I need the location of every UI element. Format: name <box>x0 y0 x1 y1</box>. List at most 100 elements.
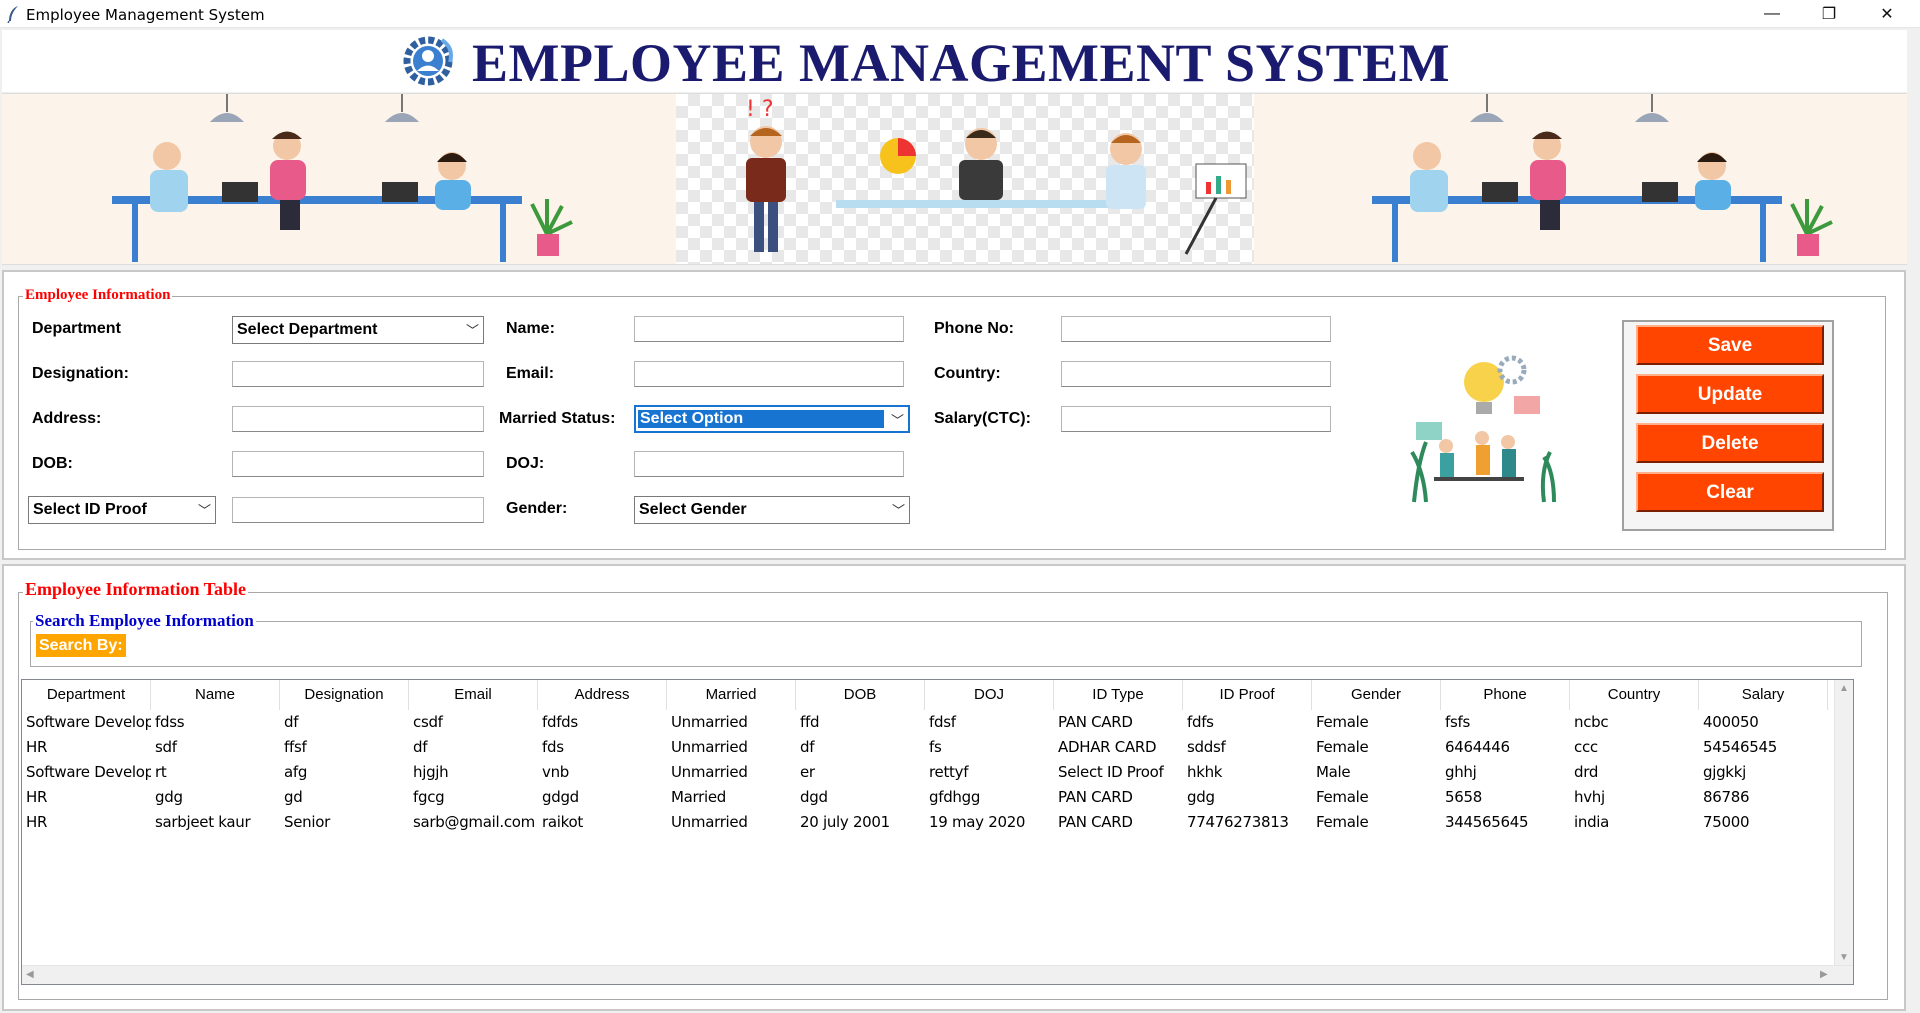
id-proof-select[interactable]: Select ID Proof ﹀ <box>28 496 216 524</box>
table-row[interactable]: Software Developerrt afg hjgjh vnb Unmarried… <box>22 760 1827 785</box>
table-row[interactable]: HR gdg gd fgcg gdgd Married dgd gfdhgg PAN CARD g… <box>22 785 1827 810</box>
table-cell: er <box>800 763 815 781</box>
dob-label: DOB: <box>32 455 73 472</box>
table-cell: ghhj <box>1445 763 1477 781</box>
scroll-right-icon[interactable]: ▶ <box>1820 969 1828 980</box>
table-cell: ADHAR CARD <box>1058 738 1157 756</box>
minimize-button[interactable]: — <box>1748 0 1796 28</box>
salary-input[interactable] <box>1061 406 1331 432</box>
table-cell: Female <box>1316 713 1369 731</box>
table-cell: 19 may 2020 <box>929 813 1026 831</box>
table-cell: sdf <box>155 738 177 756</box>
table-cell: Male <box>1316 763 1351 781</box>
name-label: Name: <box>506 320 555 337</box>
email-input[interactable] <box>634 361 904 387</box>
update-button[interactable]: Update <box>1636 374 1824 414</box>
column-header[interactable]: Address <box>538 680 667 710</box>
search-frame <box>30 621 1862 667</box>
table-cell: HR <box>26 738 48 756</box>
column-header[interactable]: Phone <box>1441 680 1570 710</box>
scroll-up-icon[interactable]: ▲ <box>1839 683 1849 694</box>
designation-label: Designation: <box>32 365 129 382</box>
table-cell: fdsf <box>929 713 956 731</box>
restore-button[interactable]: ❐ <box>1805 0 1853 28</box>
table-cell: Married <box>671 788 727 806</box>
table-row[interactable]: HR sdf ffsf df fds Unmarried df fs ADHAR CARD sdd… <box>22 735 1827 760</box>
office-team-illustration-right <box>1372 94 1833 262</box>
designation-input[interactable] <box>232 361 484 387</box>
married-status-select[interactable]: Select Option ﹀ <box>634 405 910 433</box>
table-cell: Female <box>1316 738 1369 756</box>
banner: ! ? <box>2 93 1907 265</box>
column-header[interactable]: Gender <box>1312 680 1441 710</box>
column-header[interactable]: ID Type <box>1054 680 1183 710</box>
gear-user-icon <box>403 36 453 86</box>
table-row[interactable]: Software Developerfdss df csdf fdfds Unmarri… <box>22 710 1827 735</box>
table-cell: Unmarried <box>671 713 748 731</box>
column-header[interactable]: Name <box>151 680 280 710</box>
table-cell: sarb@gmail.com <box>413 813 535 831</box>
column-header[interactable]: Country <box>1570 680 1699 710</box>
column-header[interactable]: Department <box>22 680 151 710</box>
table-cell: hjgjh <box>413 763 449 781</box>
column-header[interactable]: Salary <box>1699 680 1828 710</box>
table-cell: dgd <box>800 788 828 806</box>
employee-table-legend: Employee Information Table <box>23 579 249 600</box>
table-cell: gdg <box>155 788 183 806</box>
employee-table[interactable]: Department Name Designation Email Address Mar… <box>21 679 1854 985</box>
address-input[interactable] <box>232 406 484 432</box>
minimize-icon: — <box>1764 5 1780 22</box>
id-proof-input[interactable] <box>232 497 484 523</box>
table-cell: 77476273813 <box>1187 813 1289 831</box>
column-header[interactable]: Designation <box>280 680 409 710</box>
table-cell: drd <box>1574 763 1599 781</box>
table-cell: gd <box>284 788 303 806</box>
table-cell: 54546545 <box>1703 738 1777 756</box>
name-input[interactable] <box>634 316 904 342</box>
feather-app-icon <box>7 6 18 23</box>
scroll-left-icon[interactable]: ◀ <box>26 969 34 980</box>
table-row[interactable]: HR sarbjeet kaur Senior sarb@gmail.com raiko… <box>22 810 1827 835</box>
employee-info-legend: Employee Information <box>23 287 173 304</box>
office-team-illustration-left <box>112 94 573 262</box>
phone-input[interactable] <box>1061 316 1331 342</box>
table-cell: hvhj <box>1574 788 1605 806</box>
horizontal-scrollbar[interactable]: ◀ ▶ <box>22 965 1853 984</box>
save-button[interactable]: Save <box>1636 325 1824 365</box>
column-header[interactable]: DOB <box>796 680 925 710</box>
gender-select[interactable]: Select Gender ﹀ <box>634 496 910 524</box>
gender-label: Gender: <box>506 500 568 517</box>
country-input[interactable] <box>1061 361 1331 387</box>
clear-button[interactable]: Clear <box>1636 472 1824 512</box>
doj-input[interactable] <box>634 451 904 477</box>
column-header[interactable]: DOJ <box>925 680 1054 710</box>
table-cell: df <box>284 713 299 731</box>
delete-button[interactable]: Delete <box>1636 423 1824 463</box>
column-header[interactable]: Married <box>667 680 796 710</box>
idea-team-illustration <box>1410 355 1556 503</box>
dob-input[interactable] <box>232 451 484 477</box>
restore-icon: ❐ <box>1821 6 1837 23</box>
table-cell: Senior <box>284 813 330 831</box>
table-cell: fds <box>542 738 564 756</box>
column-header[interactable]: Email <box>409 680 538 710</box>
table-cell: Software Developer <box>26 763 151 781</box>
table-cell: fdss <box>155 713 185 731</box>
address-label: Address: <box>32 410 102 427</box>
table-cell: gjgkkj <box>1703 763 1746 781</box>
scroll-down-icon[interactable]: ▼ <box>1839 952 1849 963</box>
column-header[interactable]: ID Proof <box>1183 680 1312 710</box>
vertical-scrollbar[interactable]: ▲ ▼ <box>1834 680 1853 968</box>
table-cell: 20 july 2001 <box>800 813 890 831</box>
table-cell: fs <box>929 738 942 756</box>
table-cell: Unmarried <box>671 738 748 756</box>
table-cell: 400050 <box>1703 713 1759 731</box>
search-legend: Search Employee Information <box>33 611 256 631</box>
action-buttons-frame: Save Update Delete Clear <box>1622 320 1834 531</box>
app-header: EMPLOYEE MANAGEMENT SYSTEM <box>2 30 1907 93</box>
department-select[interactable]: Select Department ﹀ <box>232 316 484 344</box>
table-cell: ccc <box>1574 738 1598 756</box>
table-cell: ffd <box>800 713 820 731</box>
close-button[interactable]: ✕ <box>1863 0 1911 28</box>
married-status-label: Married Status: <box>499 410 616 427</box>
